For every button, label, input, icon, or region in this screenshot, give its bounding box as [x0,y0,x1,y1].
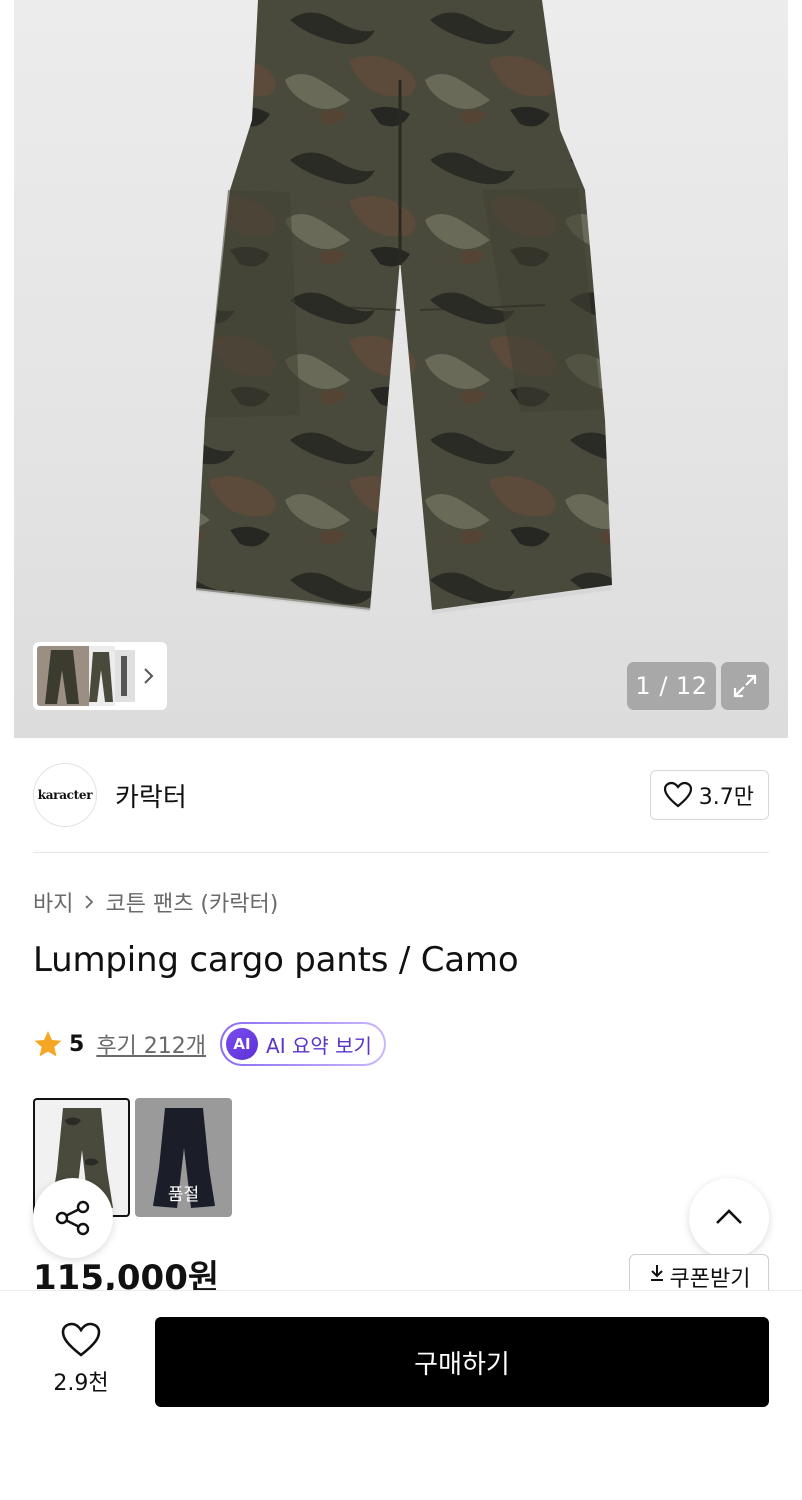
review-link[interactable]: 후기 212개 [96,1028,206,1060]
download-icon [650,1265,663,1281]
sold-out-label: 품절 [167,1185,200,1205]
brand-like-button[interactable]: 3.7만 [649,770,769,820]
product-like-button[interactable]: 2.9천 [33,1321,129,1397]
scroll-top-button[interactable] [689,1178,769,1258]
breadcrumb: 바지 코튼 팬츠 (카락터) [33,886,278,918]
product-photo-camo-pants [195,0,613,614]
gallery-thumbnail-strip[interactable] [33,642,167,710]
product-price: 115,000원 [33,1258,220,1290]
breadcrumb-subcategory[interactable]: 코튼 팬츠 (카락터) [105,886,278,918]
gallery-counter: 1 / 12 [627,662,716,710]
ai-summary-button[interactable]: AI AI 요약 보기 [220,1022,386,1066]
product-image-gallery[interactable]: 1 / 12 [0,0,802,738]
star-icon [34,1031,62,1057]
coupon-label: 쿠폰받기 [669,1267,751,1290]
option-black-soldout[interactable]: 품절 [135,1098,232,1217]
product-like-count: 2.9천 [53,1371,109,1396]
brand-name[interactable]: 카락터 [115,777,187,814]
divider [33,852,769,853]
ai-summary-label: AI 요약 보기 [266,1033,372,1058]
share-button[interactable] [33,1178,113,1258]
share-icon [55,1200,90,1236]
chevron-up-icon [716,1209,742,1224]
buy-button[interactable]: 구매하기 [155,1317,769,1407]
brand-logo[interactable]: karacter [33,763,97,827]
heart-outline-icon [61,1322,101,1357]
chevron-right-icon [83,893,95,911]
product-title: Lumping cargo pants / Camo [33,940,519,980]
chevron-right-icon[interactable] [139,662,159,690]
expand-arrows-icon [733,674,757,698]
gallery-thumbnail-images [37,646,135,706]
rating-score: 5 [69,1031,85,1057]
rating-row: 5 후기 212개 AI AI 요약 보기 [33,1022,386,1066]
heart-outline-icon [663,781,692,808]
brand-row: karacter 카락터 3.7만 [33,762,769,828]
breadcrumb-category[interactable]: 바지 [33,886,73,918]
coupon-button[interactable]: 쿠폰받기 [629,1254,769,1290]
expand-button[interactable] [721,662,769,710]
brand-like-count: 3.7만 [698,785,754,810]
ai-badge-icon: AI [226,1028,259,1060]
bottom-action-bar: 2.9천 구매하기 [0,1290,802,1500]
